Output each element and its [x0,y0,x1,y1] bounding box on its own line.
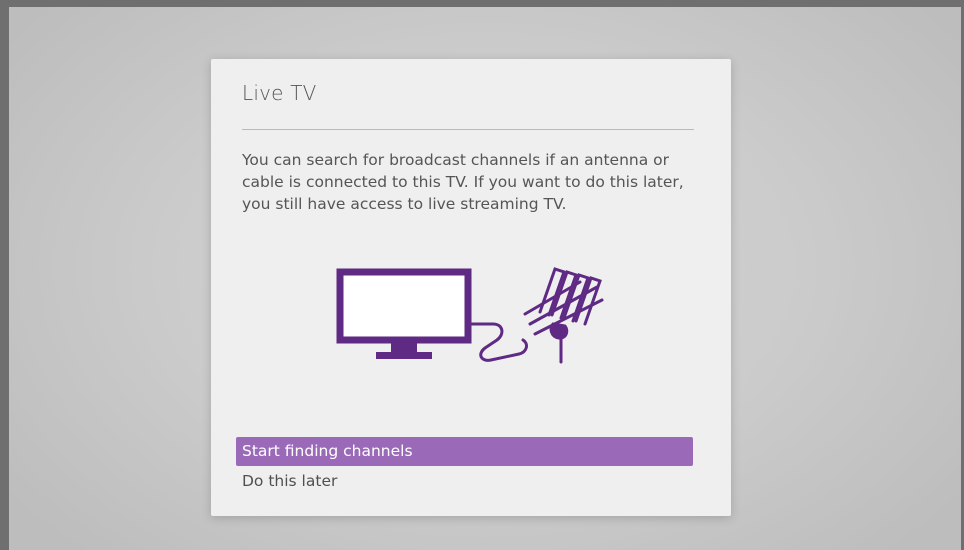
cable-icon [466,322,528,362]
tv-screen: Live TV You can search for broadcast cha… [0,0,964,550]
dialog-title: Live TV [242,81,317,105]
live-tv-dialog: Live TV You can search for broadcast cha… [211,59,731,516]
start-finding-channels-button[interactable]: Start finding channels [236,437,693,466]
antenna-icon [523,267,604,364]
tv-icon [336,268,472,359]
do-this-later-button[interactable]: Do this later [236,467,693,496]
dialog-description: You can search for broadcast channels if… [242,151,684,213]
antenna-tv-illustration [336,267,604,364]
title-divider [242,129,694,130]
